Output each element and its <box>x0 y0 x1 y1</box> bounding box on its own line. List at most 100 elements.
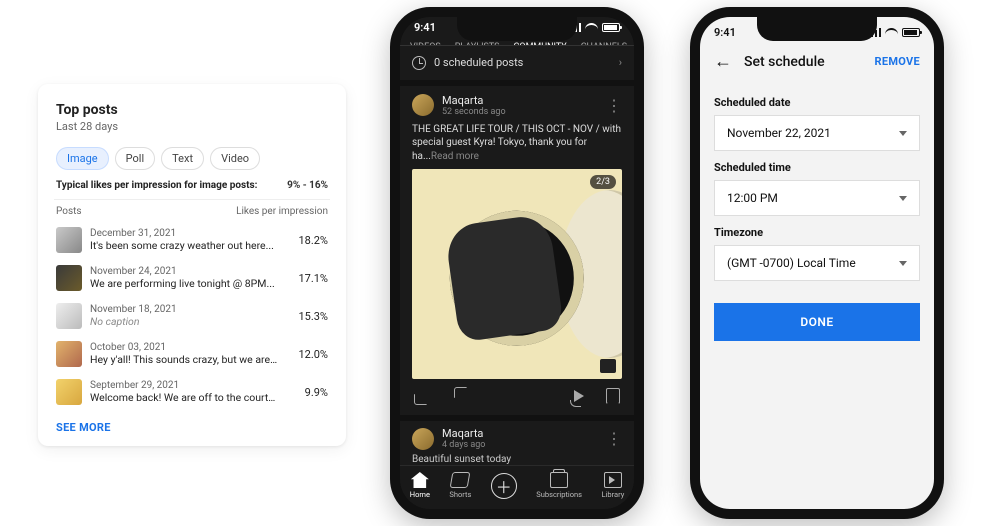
nav-label: Subscriptions <box>536 490 582 499</box>
like-icon[interactable] <box>414 387 432 405</box>
post-title: Hey y'all! This sounds crazy, but we are… <box>90 353 278 366</box>
plus-icon: ＋ <box>491 473 517 499</box>
notch <box>757 17 877 41</box>
community-post: Maqarta 52 seconds ago ⋮ THE GREAT LIFE … <box>400 86 634 416</box>
nav-label: Library <box>602 490 625 499</box>
screen: 9:41 VIDEOS PLAYLISTS COMMUNITY CHANNELS… <box>400 17 634 509</box>
divider <box>54 199 330 200</box>
nav-library[interactable]: Library <box>602 472 625 499</box>
battery-icon <box>902 28 920 37</box>
read-more-link[interactable]: Read more <box>431 151 479 162</box>
wifi-icon <box>885 28 898 37</box>
date-field[interactable]: November 22, 2021 <box>714 115 920 151</box>
table-row[interactable]: September 29, 2021 Welcome back! We are … <box>56 373 328 411</box>
wifi-icon <box>585 23 598 32</box>
comment-icon[interactable] <box>606 388 620 404</box>
post-body: Beautiful sunset today <box>412 454 622 465</box>
post-text: THE GREAT LIFE TOUR / THIS OCT - NOV / w… <box>412 123 622 164</box>
tab-videos[interactable]: VIDEOS <box>410 34 441 46</box>
author-name: Maqarta <box>442 427 485 440</box>
table-row[interactable]: November 18, 2021 No caption 15.3% <box>56 297 328 335</box>
table-row[interactable]: December 31, 2021 It's been some crazy w… <box>56 221 328 259</box>
clock-icon <box>412 56 426 70</box>
image-detail <box>444 213 564 342</box>
post-meta: October 03, 2021 Hey y'all! This sounds … <box>90 342 278 366</box>
screen: 9:41 ← Set schedule REMOVE Scheduled dat… <box>700 17 934 509</box>
post-time: 4 days ago <box>442 440 485 450</box>
page-title: Set schedule <box>744 54 825 70</box>
tz-label: Timezone <box>714 226 920 239</box>
chevron-down-icon <box>899 261 907 266</box>
post-date: September 29, 2021 <box>90 380 278 391</box>
table-head: Posts Likes per impression <box>56 206 328 217</box>
post-date: December 31, 2021 <box>90 228 278 239</box>
post-header: Maqarta 52 seconds ago ⋮ <box>412 94 622 117</box>
phone-schedule: 9:41 ← Set schedule REMOVE Scheduled dat… <box>690 7 944 519</box>
post-thumb <box>56 379 82 405</box>
nav-label: Shorts <box>449 490 471 499</box>
avatar[interactable] <box>412 428 434 450</box>
tz-field[interactable]: (GMT -0700) Local Time <box>714 245 920 281</box>
post-value: 15.3% <box>286 310 328 323</box>
pill-text[interactable]: Text <box>161 147 204 170</box>
table-row[interactable]: October 03, 2021 Hey y'all! This sounds … <box>56 335 328 373</box>
post-meta: November 18, 2021 No caption <box>90 304 278 328</box>
dislike-icon[interactable] <box>454 387 472 405</box>
form-body: Scheduled date November 22, 2021 Schedul… <box>700 80 934 347</box>
post-date: October 03, 2021 <box>90 342 278 353</box>
post-title: It's been some crazy weather out here... <box>90 239 278 252</box>
post-value: 9.9% <box>286 386 328 399</box>
pill-video[interactable]: Video <box>210 147 260 170</box>
battery-icon <box>602 23 620 32</box>
post-image[interactable]: 2/3 <box>412 169 622 379</box>
post-date: November 24, 2021 <box>90 266 278 277</box>
tz-value: (GMT -0700) Local Time <box>727 256 856 270</box>
post-header: Maqarta 4 days ago ⋮ <box>412 427 622 450</box>
author-block: Maqarta 52 seconds ago <box>442 94 506 117</box>
col-posts: Posts <box>56 206 82 217</box>
pill-image[interactable]: Image <box>56 147 109 170</box>
typical-label: Typical likes per impression for image p… <box>56 180 257 191</box>
bottom-nav: Home Shorts ＋ Subscriptions Library <box>400 465 634 509</box>
share-icon[interactable] <box>574 390 584 402</box>
chevron-down-icon <box>899 131 907 136</box>
date-value: November 22, 2021 <box>727 126 831 140</box>
post-actions <box>412 379 622 411</box>
post-value: 18.2% <box>286 234 328 247</box>
scheduled-posts-row[interactable]: 0 scheduled posts › <box>400 46 634 86</box>
post-value: 17.1% <box>286 272 328 285</box>
post-meta: September 29, 2021 Welcome back! We are … <box>90 380 278 404</box>
post-meta: December 31, 2021 It's been some crazy w… <box>90 228 278 252</box>
table-row[interactable]: November 24, 2021 We are performing live… <box>56 259 328 297</box>
avatar[interactable] <box>412 94 434 116</box>
nav-subscriptions[interactable]: Subscriptions <box>536 472 582 499</box>
status-time: 9:41 <box>414 21 436 34</box>
nav-create[interactable]: ＋ <box>491 473 517 499</box>
nav-home[interactable]: Home <box>410 472 430 499</box>
done-button[interactable]: DONE <box>714 303 920 341</box>
post-value: 12.0% <box>286 348 328 361</box>
image-counter: 2/3 <box>590 175 616 189</box>
pill-poll[interactable]: Poll <box>115 147 156 170</box>
back-icon[interactable]: ← <box>714 51 732 72</box>
nav-shorts[interactable]: Shorts <box>449 472 471 499</box>
more-icon[interactable]: ⋮ <box>606 429 622 448</box>
notch <box>457 17 577 41</box>
typical-range: 9% - 16% <box>287 180 328 191</box>
post-thumb <box>56 227 82 253</box>
post-title: Welcome back! We are off to the courts..… <box>90 391 278 404</box>
see-more-link[interactable]: SEE MORE <box>56 421 328 434</box>
post-thumb <box>56 265 82 291</box>
remove-button[interactable]: REMOVE <box>874 55 920 68</box>
chevron-down-icon <box>899 196 907 201</box>
time-field[interactable]: 12:00 PM <box>714 180 920 216</box>
nav-label: Home <box>410 490 430 499</box>
post-title: We are performing live tonight @ 8PM... <box>90 277 278 290</box>
tab-channels[interactable]: CHANNELS <box>581 34 627 46</box>
more-icon[interactable]: ⋮ <box>606 96 622 115</box>
author-name: Maqarta <box>442 94 506 107</box>
typical-row: Typical likes per impression for image p… <box>56 180 328 191</box>
time-label: Scheduled time <box>714 161 920 174</box>
post-thumb <box>56 303 82 329</box>
post-date: November 18, 2021 <box>90 304 278 315</box>
